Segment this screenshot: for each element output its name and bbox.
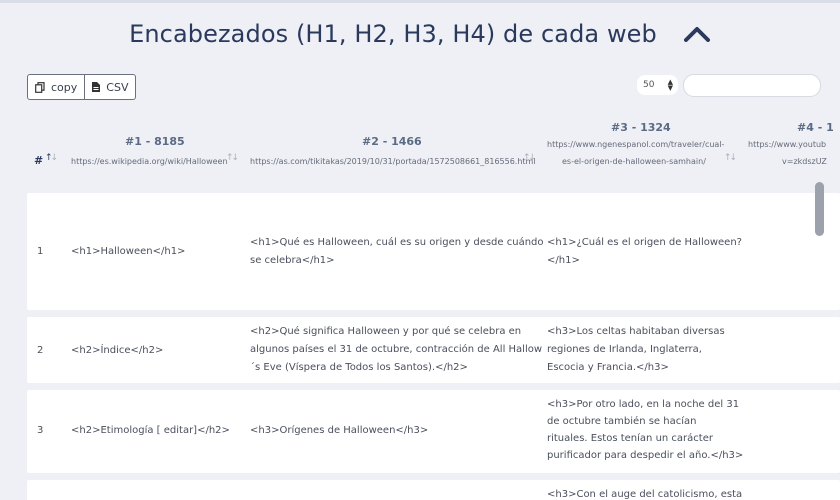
section-header: Encabezados (H1, H2, H3, H4) de cada web [0, 14, 840, 54]
vertical-scrollbar[interactable] [815, 182, 824, 236]
chevron-up-icon[interactable] [683, 24, 711, 44]
table-header: # ↑↓ #1 - 8185 https://es.wikipedia.org/… [0, 115, 840, 175]
sort-icon: ↑↓ [226, 153, 239, 163]
search-input[interactable] [683, 74, 821, 97]
export-buttons: copy CSV [27, 74, 137, 100]
column-header-2[interactable]: #2 - 1466 https://as.com/tikitakas/2019/… [244, 115, 544, 175]
select-arrows-icon: ▲ ▼ [667, 78, 673, 92]
row-number: 1 [37, 246, 44, 257]
column-2-title: #2 - 1466 [362, 135, 422, 148]
column-4-url-line2: v=zkdszUZ [782, 157, 827, 166]
cell-col3-line: <h3>Con el auge del catolicismo, esta [547, 489, 743, 500]
column-header-4[interactable]: #4 - 1 https://www.youtub v=zkdszUZ [744, 115, 840, 175]
column-2-url: https://as.com/tikitakas/2019/10/31/port… [250, 157, 536, 166]
copy-button[interactable]: copy [28, 75, 84, 99]
cell-col3-line: de octubre también se hacían [547, 416, 697, 427]
cell-col2-line: <h2>Qué significa Halloween y por qué se… [250, 326, 522, 337]
sort-icon: ↑↓ [45, 153, 58, 163]
page-title: Encabezados (H1, H2, H3, H4) de cada web [129, 20, 657, 48]
column-3-url-line1: https://www.ngenespanol.com/traveler/cua… [547, 140, 725, 149]
table-row: 1 <h1>Halloween</h1> <h1>Qué es Hallowee… [27, 193, 840, 310]
row-number: 2 [37, 345, 44, 356]
column-header-3[interactable]: #3 - 1324 https://www.ngenespanol.com/tr… [544, 115, 744, 175]
csv-label: CSV [106, 80, 129, 94]
cell-col3-line: Escocia y Francia.</h3> [547, 362, 669, 373]
column-header-1[interactable]: #1 - 8185 https://es.wikipedia.org/wiki/… [64, 115, 244, 175]
file-icon [92, 82, 101, 92]
column-1-title: #1 - 8185 [125, 135, 185, 148]
cell-col1: <h2>Índice</h2> [71, 345, 164, 356]
column-4-url-line1: https://www.youtub [748, 140, 827, 149]
page-size-select[interactable]: 50 ▲ ▼ [637, 75, 678, 95]
cell-col2-line: <h3>Orígenes de Halloween</h3> [250, 425, 429, 436]
copy-icon [35, 81, 45, 93]
cell-col2-line: ´s Eve (Víspera de Todos los Santos).</h… [250, 362, 468, 373]
cell-col3-line: regiones de Irlanda, Inglaterra, [547, 344, 702, 355]
csv-button[interactable]: CSV [84, 75, 135, 99]
top-divider [0, 0, 840, 3]
copy-label: copy [51, 80, 78, 94]
column-3-title: #3 - 1324 [611, 121, 671, 134]
page-size-value: 50 [643, 80, 655, 90]
table-row: 2 <h2>Índice</h2> <h2>Qué significa Hall… [27, 317, 840, 383]
sort-icon: ↑↓ [523, 153, 536, 163]
cell-col3-line: <h3>Los celtas habitaban diversas [547, 326, 725, 337]
cell-col3-line: purificador para despedir el año.</h3> [547, 450, 744, 461]
table-row: <h3>Con el auge del catolicismo, esta [27, 480, 840, 500]
row-number: 3 [37, 425, 44, 436]
column-4-title: #4 - 1 [797, 121, 834, 134]
cell-col3-line: </h1> [547, 255, 580, 266]
cell-col2-line: <h1>Qué es Halloween, cuál es su origen … [250, 237, 544, 248]
sort-icon: ↑↓ [724, 153, 737, 163]
table-row: 3 <h2>Etimología [ editar]</h2> <h3>Oríg… [27, 390, 840, 473]
column-header-index[interactable]: # ↑↓ [34, 115, 64, 175]
cell-col1: <h2>Etimología [ editar]</h2> [71, 425, 230, 436]
cell-col3-line: <h3>Por otro lado, en la noche del 31 [547, 399, 740, 410]
cell-col2-line: algunos países el 31 de octubre, contrac… [250, 344, 543, 355]
cell-col3-line: <h1>¿Cuál es el origen de Halloween? [547, 237, 742, 248]
cell-col3-line: rituales. Estos tenían un carácter [547, 433, 713, 444]
index-header-label: # [34, 154, 44, 167]
column-1-url: https://es.wikipedia.org/wiki/Halloween [71, 157, 228, 166]
column-3-url-line2: es-el-origen-de-halloween-samhain/ [562, 157, 706, 166]
cell-col1: <h1>Halloween</h1> [71, 246, 186, 257]
cell-col2-line: se celebra</h1> [250, 255, 335, 266]
